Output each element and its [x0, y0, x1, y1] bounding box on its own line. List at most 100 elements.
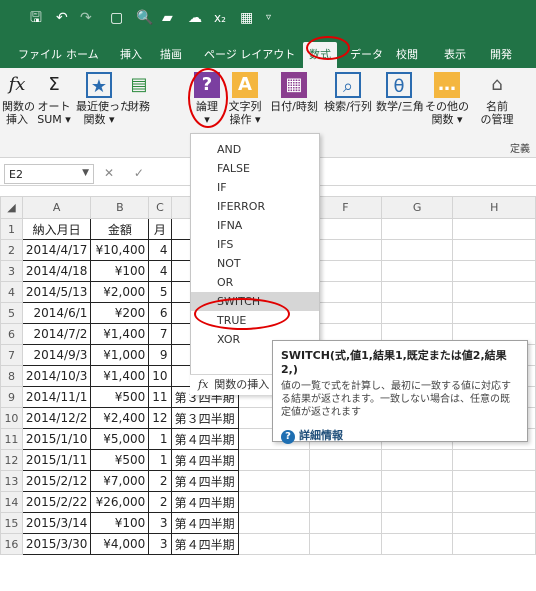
recent-functions-button[interactable]: ★ 最近使った 関数 ▾ [76, 72, 131, 126]
cell-d[interactable]: 第４四半期 [170, 533, 239, 555]
column-header-a[interactable]: A [21, 196, 92, 219]
cell-f[interactable] [309, 470, 382, 492]
tab-data[interactable]: データ [350, 46, 383, 62]
cell-b[interactable]: ¥2,000 [90, 281, 150, 303]
menu-item-ifs[interactable]: IFS [191, 235, 319, 254]
tooltip-help-link[interactable]: ? 詳細情報 [281, 427, 519, 444]
cell-g[interactable] [380, 302, 454, 324]
cell-d[interactable]: 第４四半期 [170, 449, 239, 471]
cell-b[interactable]: ¥5,000 [90, 428, 150, 450]
cell-c[interactable]: 3 [148, 512, 172, 534]
cell-b[interactable]: ¥200 [90, 302, 150, 324]
row-header[interactable]: 16 [0, 533, 23, 555]
cell-h[interactable] [452, 470, 536, 492]
autosum-button[interactable]: Σ オート SUM ▾ [34, 72, 74, 126]
cell-b[interactable]: ¥500 [90, 449, 150, 471]
cell-h[interactable] [452, 218, 536, 240]
cell-e[interactable] [237, 512, 311, 534]
row-header[interactable]: 9 [0, 386, 23, 408]
menu-item-ifna[interactable]: IFNA [191, 216, 319, 235]
tab-developer[interactable]: 開発 [490, 46, 512, 62]
new-icon[interactable]: ▢ [110, 10, 123, 26]
cell-g[interactable] [380, 218, 454, 240]
menu-item-if[interactable]: IF [191, 178, 319, 197]
cell-h[interactable] [452, 281, 536, 303]
row-header[interactable]: 4 [0, 281, 23, 303]
column-header-g[interactable]: G [380, 196, 454, 219]
cell-b[interactable]: ¥1,400 [90, 323, 150, 345]
cell-d[interactable]: 第４四半期 [170, 428, 239, 450]
cell-h[interactable] [452, 239, 536, 261]
cell-b[interactable]: 金額 [90, 218, 150, 240]
cell-g[interactable] [380, 491, 454, 513]
select-all-corner[interactable]: ◢ [0, 196, 23, 219]
cell-a[interactable]: 2015/3/30 [21, 533, 92, 555]
cell-a[interactable]: 2014/4/18 [21, 260, 92, 282]
insert-function-button[interactable]: fx 関数の 挿入 [2, 72, 35, 126]
row-header[interactable]: 3 [0, 260, 23, 282]
cell-d[interactable]: 第４四半期 [170, 470, 239, 492]
cell-a[interactable]: 2015/1/11 [21, 449, 92, 471]
column-header-f[interactable]: F [309, 196, 382, 219]
cell-f[interactable] [309, 239, 382, 261]
financial-button[interactable]: ▤ 財務 [124, 72, 154, 113]
cell-b[interactable]: ¥1,400 [90, 365, 150, 387]
cell-f[interactable] [309, 260, 382, 282]
lookup-button[interactable]: ⌕ 検索/行列 [322, 72, 374, 113]
menu-item-iferror[interactable]: IFERROR [191, 197, 319, 216]
open-icon[interactable]: ▰ [162, 10, 173, 26]
cell-b[interactable]: ¥100 [90, 260, 150, 282]
cell-a[interactable]: 2015/1/10 [21, 428, 92, 450]
cell-g[interactable] [380, 281, 454, 303]
cell-f[interactable] [309, 449, 382, 471]
table-icon[interactable]: ▦ [240, 10, 253, 26]
cell-b[interactable]: ¥10,400 [90, 239, 150, 261]
cell-a[interactable]: 2015/3/14 [21, 512, 92, 534]
cell-f[interactable] [309, 491, 382, 513]
row-header[interactable]: 10 [0, 407, 23, 429]
column-header-c[interactable]: C [148, 196, 172, 219]
cell-a[interactable]: 2014/5/13 [21, 281, 92, 303]
redo-icon[interactable]: ↷ [80, 10, 92, 26]
cell-a[interactable]: 2014/11/1 [21, 386, 92, 408]
cell-c[interactable]: 4 [148, 260, 172, 282]
row-header[interactable]: 11 [0, 428, 23, 450]
name-manager-button[interactable]: ⌂ 名前 の管理 [478, 72, 516, 126]
cell-b[interactable]: ¥100 [90, 512, 150, 534]
cell-f[interactable] [309, 281, 382, 303]
cell-g[interactable] [380, 470, 454, 492]
tab-draw[interactable]: 描画 [160, 46, 182, 62]
cell-e[interactable] [237, 449, 311, 471]
row-header[interactable]: 8 [0, 365, 23, 387]
cell-g[interactable] [380, 260, 454, 282]
row-header[interactable]: 14 [0, 491, 23, 513]
chevron-down-icon[interactable]: ▼ [82, 168, 89, 178]
more-functions-button[interactable]: … その他の 関数 ▾ [422, 72, 472, 126]
cell-c[interactable]: 1 [148, 428, 172, 450]
cell-d[interactable]: 第４四半期 [170, 512, 239, 534]
menu-item-or[interactable]: OR [191, 273, 319, 292]
datetime-button[interactable]: ▦ 日付/時刻 [268, 72, 320, 113]
row-header[interactable]: 2 [0, 239, 23, 261]
cell-e[interactable] [237, 491, 311, 513]
cell-a[interactable]: 納入月日 [21, 218, 92, 240]
cell-h[interactable] [452, 533, 536, 555]
column-header-b[interactable]: B [90, 196, 150, 219]
cloud-icon[interactable]: ☁ [188, 10, 202, 26]
cell-h[interactable] [452, 449, 536, 471]
cell-f[interactable] [309, 512, 382, 534]
cell-g[interactable] [380, 239, 454, 261]
math-button[interactable]: θ 数学/三角 [376, 72, 424, 113]
cell-b[interactable]: ¥2,400 [90, 407, 150, 429]
menu-item-and[interactable]: AND [191, 140, 319, 159]
cell-b[interactable]: ¥26,000 [90, 491, 150, 513]
cell-f[interactable] [309, 533, 382, 555]
cell-b[interactable]: ¥7,000 [90, 470, 150, 492]
cell-c[interactable]: 2 [148, 491, 172, 513]
save-icon[interactable]: 🖫 [30, 10, 42, 26]
subscript-icon[interactable]: x₂ [214, 10, 226, 26]
formula-buttons[interactable]: ✕ ✓ [104, 166, 152, 180]
name-box[interactable]: E2 ▼ [4, 164, 94, 184]
tab-home[interactable]: ホーム [66, 46, 99, 62]
cell-c[interactable]: 5 [148, 281, 172, 303]
